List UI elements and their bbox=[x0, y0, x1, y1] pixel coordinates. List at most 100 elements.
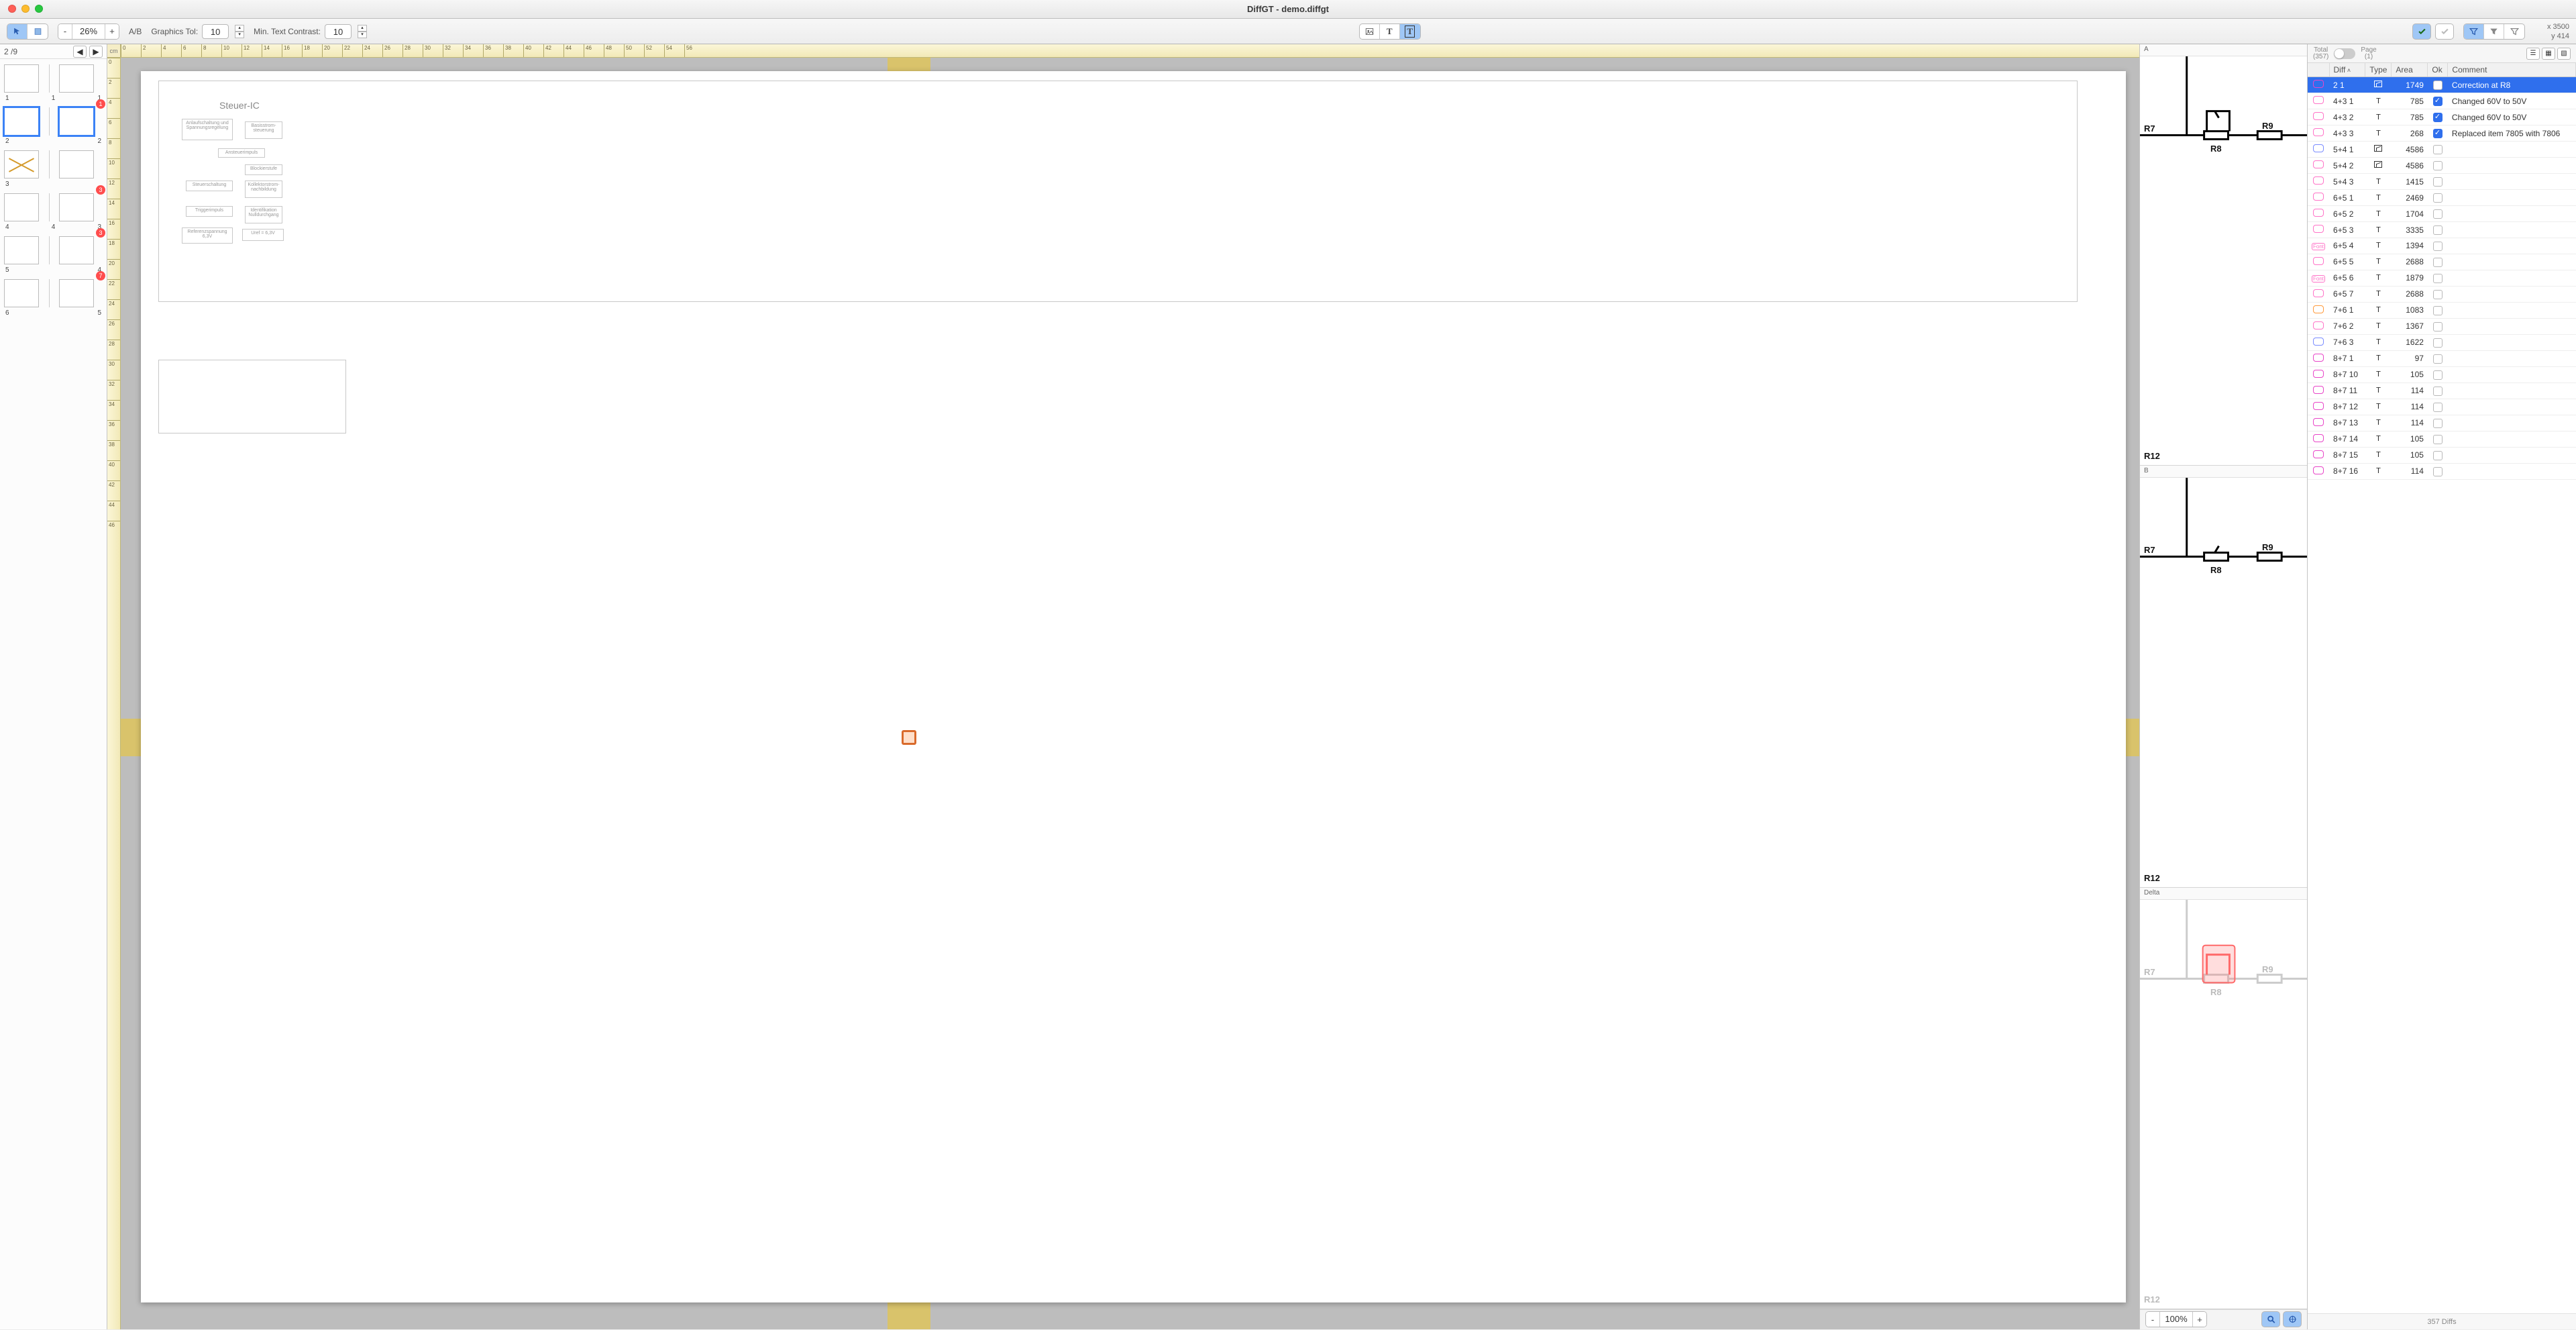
diff-comment[interactable] bbox=[2448, 174, 2576, 190]
diff-comment[interactable] bbox=[2448, 366, 2576, 382]
diff-comment[interactable] bbox=[2448, 158, 2576, 174]
list-view-mode[interactable]: ☰ ▦ ▧ bbox=[2526, 48, 2571, 60]
diff-ok-checkbox[interactable] bbox=[2428, 350, 2448, 366]
diff-ok-checkbox[interactable] bbox=[2428, 77, 2448, 93]
zoom-value[interactable]: 26% bbox=[72, 24, 105, 39]
diff-highlight-marker[interactable] bbox=[902, 730, 916, 745]
large-grid-view-icon[interactable]: ▧ bbox=[2557, 48, 2571, 60]
detail-zoom-value[interactable]: 100% bbox=[2159, 1312, 2193, 1327]
diff-ok-checkbox[interactable] bbox=[2428, 254, 2448, 270]
thumbnail-b[interactable] bbox=[59, 64, 94, 93]
diff-row[interactable]: Font6+5 6T1879 bbox=[2308, 270, 2576, 286]
diff-comment[interactable] bbox=[2448, 382, 2576, 399]
diff-row[interactable]: 6+5 1T2469 bbox=[2308, 190, 2576, 206]
diff-ok-checkbox[interactable] bbox=[2428, 382, 2448, 399]
filter-group[interactable] bbox=[2463, 23, 2525, 40]
diff-ok-checkbox[interactable] bbox=[2428, 302, 2448, 318]
diff-row[interactable]: 8+7 12T114 bbox=[2308, 399, 2576, 415]
thumbnail-row[interactable]: 221 bbox=[0, 102, 107, 145]
thumbnail-row[interactable]: 543 bbox=[0, 231, 107, 274]
detail-locate-button[interactable] bbox=[2261, 1311, 2280, 1327]
diff-comment[interactable] bbox=[2448, 222, 2576, 238]
detail-a-view[interactable]: R7 R8 R9 R12 bbox=[2140, 56, 2307, 466]
close-window-button[interactable] bbox=[8, 5, 16, 13]
diff-ok-checkbox[interactable] bbox=[2428, 238, 2448, 254]
thumbnail-b[interactable] bbox=[59, 150, 94, 178]
col-type[interactable]: Type bbox=[2365, 63, 2392, 77]
graphics-tol-input[interactable]: 10 bbox=[202, 24, 229, 39]
diff-ok-checkbox[interactable] bbox=[2428, 158, 2448, 174]
diff-row[interactable]: 5+4 3T1415 bbox=[2308, 174, 2576, 190]
col-diff[interactable]: Diff bbox=[2329, 63, 2365, 77]
diff-row[interactable]: 5+4 24586 bbox=[2308, 158, 2576, 174]
diff-comment[interactable] bbox=[2448, 142, 2576, 158]
diff-ok-checkbox[interactable] bbox=[2428, 270, 2448, 286]
diff-comment[interactable] bbox=[2448, 350, 2576, 366]
diff-comment[interactable] bbox=[2448, 270, 2576, 286]
diff-ok-checkbox[interactable] bbox=[2428, 222, 2448, 238]
thumbnail-row[interactable]: 657 bbox=[0, 274, 107, 317]
diff-comment[interactable] bbox=[2448, 318, 2576, 334]
diff-comment[interactable] bbox=[2448, 238, 2576, 254]
canvas-viewport[interactable]: Steuer-IC Anlaufschaltung und Spannungsr… bbox=[121, 58, 2139, 1329]
detail-delta-view[interactable]: R7 R8 R9 R12 bbox=[2140, 900, 2307, 1309]
diff-comment[interactable] bbox=[2448, 302, 2576, 318]
diff-type-filter[interactable]: T T bbox=[1359, 23, 1421, 40]
pointer-tool[interactable] bbox=[7, 24, 28, 39]
diff-row[interactable]: Font6+5 4T1394 bbox=[2308, 238, 2576, 254]
text-contrast-input[interactable]: 10 bbox=[325, 24, 352, 39]
diff-comment[interactable] bbox=[2448, 399, 2576, 415]
diff-row[interactable]: 6+5 2T1704 bbox=[2308, 206, 2576, 222]
region-tool[interactable] bbox=[28, 24, 48, 39]
col-area[interactable]: Area bbox=[2392, 63, 2428, 77]
thumbnail-a[interactable] bbox=[4, 236, 39, 264]
diff-row[interactable]: 8+7 15T105 bbox=[2308, 447, 2576, 463]
image-diff-icon[interactable] bbox=[1360, 24, 1380, 39]
detail-zoom-in[interactable]: + bbox=[2193, 1312, 2206, 1327]
text-contrast-spinner[interactable]: ▴▾ bbox=[358, 25, 367, 38]
diff-ok-checkbox[interactable] bbox=[2428, 206, 2448, 222]
thumbnail-row[interactable]: 3 bbox=[0, 145, 107, 188]
diff-comment[interactable] bbox=[2448, 190, 2576, 206]
col-comment[interactable]: Comment bbox=[2448, 63, 2576, 77]
diff-row[interactable]: 4+3 2T785Changed 60V to 50V bbox=[2308, 109, 2576, 125]
minimize-window-button[interactable] bbox=[21, 5, 30, 13]
diff-ok-checkbox[interactable] bbox=[2428, 190, 2448, 206]
diff-row[interactable]: 8+7 10T105 bbox=[2308, 366, 2576, 382]
diff-row[interactable]: 8+7 11T114 bbox=[2308, 382, 2576, 399]
diff-comment[interactable] bbox=[2448, 463, 2576, 479]
grid-view-icon[interactable]: ▦ bbox=[2542, 48, 2555, 60]
filter-3-icon[interactable] bbox=[2504, 24, 2524, 39]
thumbnail-a[interactable] bbox=[4, 107, 39, 136]
diff-comment[interactable]: Changed 60V to 50V bbox=[2448, 93, 2576, 109]
list-view-icon[interactable]: ☰ bbox=[2526, 48, 2540, 60]
fullscreen-window-button[interactable] bbox=[35, 5, 43, 13]
cursor-mode-toggle[interactable] bbox=[7, 23, 48, 40]
diff-row[interactable]: 2 11749Correction at R8 bbox=[2308, 77, 2576, 93]
thumbnail-a[interactable] bbox=[4, 193, 39, 221]
diff-row[interactable]: 5+4 14586 bbox=[2308, 142, 2576, 158]
diff-row[interactable]: 7+6 3T1622 bbox=[2308, 334, 2576, 350]
diff-ok-checkbox[interactable] bbox=[2428, 415, 2448, 431]
diff-row[interactable]: 6+5 7T2688 bbox=[2308, 286, 2576, 302]
diff-ok-checkbox[interactable] bbox=[2428, 109, 2448, 125]
diff-row[interactable]: 6+5 5T2688 bbox=[2308, 254, 2576, 270]
thumbnail-b[interactable] bbox=[59, 193, 94, 221]
diff-comment[interactable] bbox=[2448, 447, 2576, 463]
diff-table[interactable]: Diff Type Area Ok Comment 2 11749Correct… bbox=[2308, 63, 2576, 480]
diff-ok-checkbox[interactable] bbox=[2428, 286, 2448, 302]
diff-ok-checkbox[interactable] bbox=[2428, 318, 2448, 334]
text-box-diff-icon[interactable]: T bbox=[1400, 24, 1420, 39]
approve-button[interactable] bbox=[2412, 23, 2431, 40]
col-ok[interactable]: Ok bbox=[2428, 63, 2448, 77]
diff-ok-checkbox[interactable] bbox=[2428, 447, 2448, 463]
detail-b-view[interactable]: R7 R8 R9 R12 bbox=[2140, 478, 2307, 887]
ab-toggle[interactable]: A/B bbox=[129, 27, 142, 36]
diff-comment[interactable] bbox=[2448, 415, 2576, 431]
zoom-out-button[interactable]: - bbox=[58, 24, 72, 39]
diff-ok-checkbox[interactable] bbox=[2428, 142, 2448, 158]
diff-comment[interactable]: Correction at R8 bbox=[2448, 77, 2576, 93]
thumbnail-b[interactable] bbox=[59, 279, 94, 307]
thumbnail-row[interactable]: 4433 bbox=[0, 188, 107, 231]
thumbnail-b[interactable] bbox=[59, 107, 94, 136]
